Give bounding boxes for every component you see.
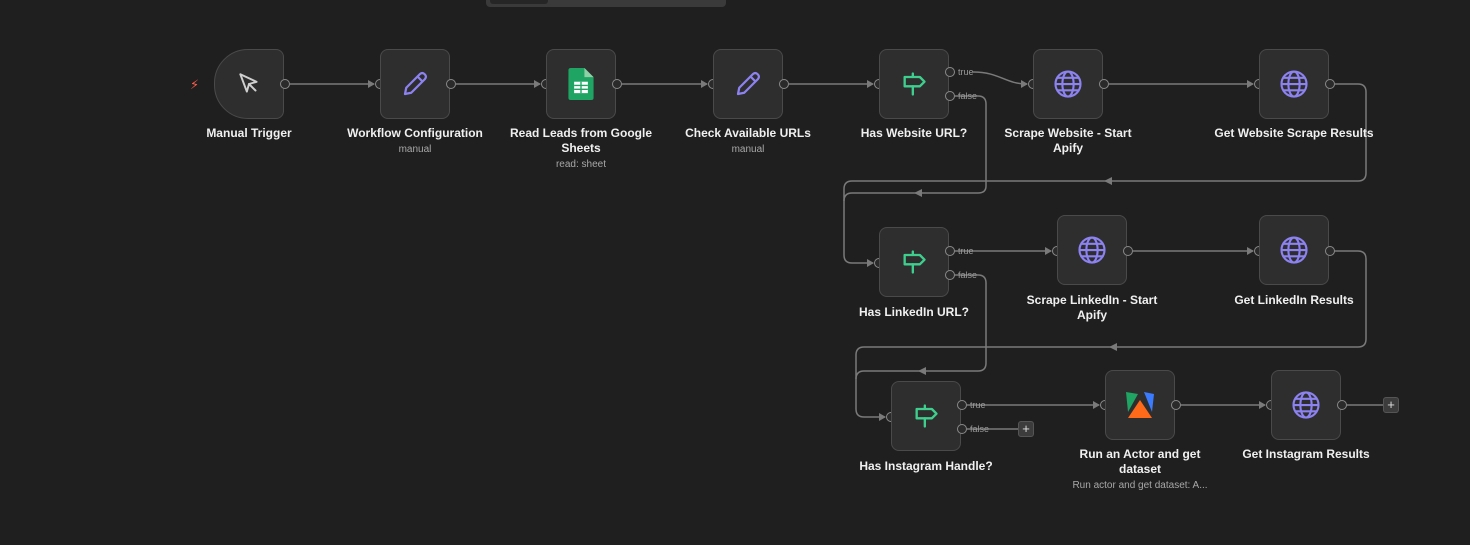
globe-icon: [1288, 387, 1324, 423]
signpost-icon: [908, 398, 944, 434]
node-has-website-url[interactable]: [879, 49, 949, 119]
output-port-true[interactable]: [957, 400, 967, 410]
node-sublabel: manual: [398, 144, 432, 155]
output-port-false[interactable]: [945, 270, 955, 280]
output-port[interactable]: [446, 79, 456, 89]
node-get-linkedin-results[interactable]: [1259, 215, 1329, 285]
node-label: Has Instagram Handle?: [859, 459, 993, 473]
output-port[interactable]: [1325, 79, 1335, 89]
cursor-icon: [231, 66, 267, 102]
node-read-leads-google-sheets[interactable]: [546, 49, 616, 119]
loop-arrow: [1109, 343, 1117, 351]
node-label: Scrape LinkedIn - Start Apify: [1026, 293, 1158, 322]
output-port[interactable]: [779, 79, 789, 89]
output-port[interactable]: [280, 79, 290, 89]
branch-label-true: true: [958, 246, 974, 256]
trigger-bolt-icon: ⚡: [190, 77, 200, 92]
output-port[interactable]: [1099, 79, 1109, 89]
node-label: Has LinkedIn URL?: [858, 305, 969, 319]
node-run-actor[interactable]: [1105, 370, 1175, 440]
branch-label-false: false: [958, 91, 978, 101]
node-label: Check Available URLs manual: [668, 126, 828, 157]
node-label: Run an Actor and get dataset Run actor a…: [1060, 447, 1220, 493]
globe-icon: [1074, 232, 1110, 268]
pencil-icon: [730, 66, 766, 102]
node-label: Get Instagram Results: [1242, 447, 1370, 461]
apify-icon: [1122, 387, 1158, 423]
node-sublabel: Run actor and get dataset: A...: [1072, 480, 1208, 491]
node-scrape-linkedin[interactable]: [1057, 215, 1127, 285]
node-label: Has Website URL?: [860, 126, 968, 140]
add-node-button[interactable]: +: [1018, 421, 1034, 437]
output-port[interactable]: [1123, 246, 1133, 256]
branch-label-false: false: [970, 424, 990, 434]
node-sublabel: read: sheet: [555, 159, 607, 170]
add-node-button[interactable]: +: [1383, 397, 1399, 413]
edge-haswebsite-true: [972, 71, 1028, 88]
globe-icon: [1276, 232, 1312, 268]
globe-icon: [1050, 66, 1086, 102]
output-port-false[interactable]: [945, 91, 955, 101]
output-port-false[interactable]: [957, 424, 967, 434]
node-has-instagram-handle[interactable]: [891, 381, 961, 451]
output-port[interactable]: [1325, 246, 1335, 256]
node-label: Read Leads from Google Sheets read: shee…: [501, 126, 661, 172]
node-label: Manual Trigger: [206, 126, 292, 140]
output-port[interactable]: [1337, 400, 1347, 410]
workflow-canvas[interactable]: ⚡ Manual Trigger Workflow Configuration …: [0, 0, 1470, 545]
node-label: Get Website Scrape Results: [1214, 126, 1374, 140]
node-label: Workflow Configuration manual: [335, 126, 495, 157]
node-workflow-configuration[interactable]: [380, 49, 450, 119]
globe-icon: [1276, 66, 1312, 102]
branch-label-true: true: [958, 67, 974, 77]
google-sheets-icon: [563, 66, 599, 102]
output-port[interactable]: [1171, 400, 1181, 410]
pencil-icon: [397, 66, 433, 102]
node-label: Scrape Website - Start Apify: [1004, 126, 1132, 155]
node-has-linkedin-url[interactable]: [879, 227, 949, 297]
node-scrape-website[interactable]: [1033, 49, 1103, 119]
branch-label-true: true: [970, 400, 986, 410]
node-manual-trigger[interactable]: [214, 49, 284, 119]
output-port[interactable]: [612, 79, 622, 89]
branch-label-false: false: [958, 270, 978, 280]
output-port-true[interactable]: [945, 67, 955, 77]
output-port-true[interactable]: [945, 246, 955, 256]
node-sublabel: manual: [731, 144, 765, 155]
node-check-available-urls[interactable]: [713, 49, 783, 119]
node-get-website-results[interactable]: [1259, 49, 1329, 119]
loop-arrow: [914, 189, 922, 197]
loop-arrow: [1104, 177, 1112, 185]
loop-arrow: [918, 367, 926, 375]
signpost-icon: [896, 244, 932, 280]
node-label: Get LinkedIn Results: [1234, 293, 1354, 307]
signpost-icon: [896, 66, 932, 102]
node-get-instagram-results[interactable]: [1271, 370, 1341, 440]
